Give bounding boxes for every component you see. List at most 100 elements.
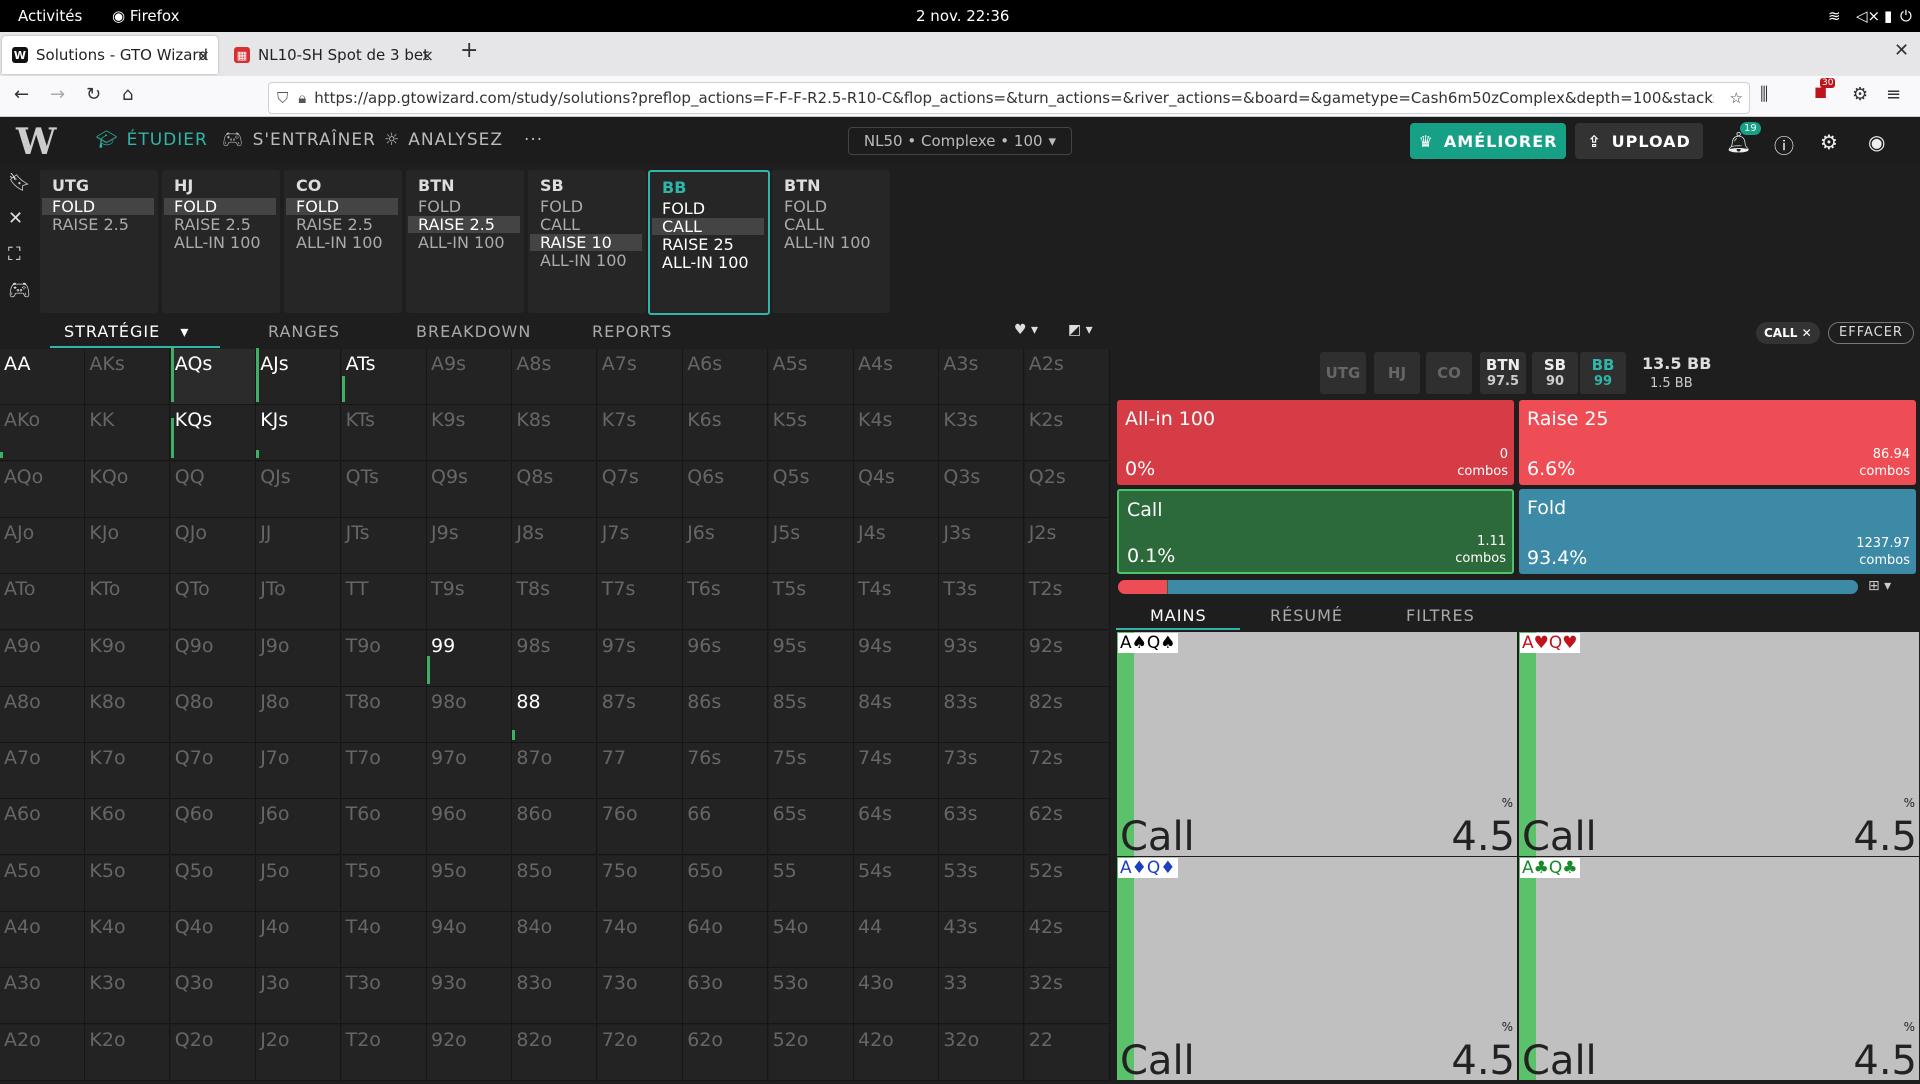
power-icon[interactable]: ⏻ [1900,7,1912,25]
more-menu-icon[interactable]: ··· [524,130,543,150]
strategy-raise-25[interactable]: Raise 25 6.6% 86.94 combos [1519,400,1916,485]
action-fold[interactable]: FOLD [42,198,154,215]
hand-cell-72o[interactable]: 72o [597,1024,683,1081]
hand-cell-73o[interactable]: 73o [597,968,683,1025]
hand-combo-panel[interactable]: A♦Q♦% Call 4.5 [1117,857,1517,1084]
hand-cell-k4o[interactable]: K4o [85,912,171,968]
hand-cell-a2s[interactable]: A2s [1024,349,1110,405]
hand-cell-32o[interactable]: 32o [939,1024,1025,1081]
gto-wizard-logo[interactable]: W [16,121,56,163]
hand-cell-q6s[interactable]: Q6s [683,461,769,518]
hand-cell-j4o[interactable]: J4o [256,912,342,968]
tab-summary[interactable]: RÉSUMÉ [1270,606,1343,625]
hand-cell-q2s[interactable]: Q2s [1024,461,1110,518]
hand-cell-97s[interactable]: 97s [597,630,683,687]
hand-cell-52s[interactable]: 52s [1024,855,1110,912]
hand-cell-t6s[interactable]: T6s [683,574,769,631]
hand-cell-q2o[interactable]: Q2o [170,1024,256,1081]
hand-combo-panel[interactable]: A♣Q♣% Call 4.5 [1519,857,1919,1084]
hand-cell-77[interactable]: 77 [597,743,683,800]
hand-cell-k7s[interactable]: K7s [597,405,683,462]
tab-reports[interactable]: REPORTS [592,322,672,341]
hand-cell-j3o[interactable]: J3o [256,968,342,1025]
strategy-call[interactable]: Call 0.1% 1.11 combos [1117,489,1514,574]
hand-cell-q9s[interactable]: Q9s [427,461,512,518]
hand-cell-83s[interactable]: 83s [939,686,1025,743]
activities-button[interactable]: Activités [18,7,82,25]
hand-cell-aks[interactable]: AKs [85,349,171,405]
hand-cell-t5o[interactable]: T5o [341,855,427,912]
hand-cell-j8o[interactable]: J8o [256,686,342,743]
hand-cell-kk[interactable]: KK [85,405,171,462]
hand-cell-t9o[interactable]: T9o [341,630,427,687]
hand-cell-a9s[interactable]: A9s [427,349,512,405]
hand-cell-86o[interactable]: 86o [512,799,598,856]
hand-cell-44[interactable]: 44 [854,912,939,968]
hand-cell-kqs[interactable]: KQs [170,405,256,462]
hand-cell-ajs[interactable]: AJs [256,348,342,405]
hand-combo-panel[interactable]: A♥Q♥% Call 4.5 [1519,632,1919,860]
hand-cell-kqo[interactable]: KQo [85,461,171,518]
hand-cell-a6s[interactable]: A6s [683,349,769,405]
hand-cell-a9o[interactable]: A9o [0,630,85,687]
hand-cell-a7s[interactable]: A7s [597,349,683,405]
action-raise-2-5[interactable]: RAISE 2.5 [286,216,398,233]
upgrade-button[interactable]: ♛ AMÉLIORER [1410,123,1566,159]
firefox-app-menu[interactable]: ◉ Firefox [112,7,180,25]
player-chip-hj[interactable]: HJ [1374,352,1420,394]
hand-cell-a7o[interactable]: A7o [0,743,85,800]
hand-cell-a3s[interactable]: A3s [939,349,1025,405]
hand-cell-k6o[interactable]: K6o [85,799,171,856]
hand-cell-aqo[interactable]: AQo [0,461,85,518]
tab-hands[interactable]: MAINS [1150,606,1207,625]
hand-cell-j6o[interactable]: J6o [256,799,342,856]
hand-cell-kjo[interactable]: KJo [85,517,171,574]
hand-cell-k9s[interactable]: K9s [427,405,512,462]
screenshot-icon[interactable]: ⛶ [8,244,21,265]
hand-cell-j8s[interactable]: J8s [512,517,598,574]
hand-cell-a5o[interactable]: A5o [0,855,85,912]
hand-cell-a3o[interactable]: A3o [0,968,85,1025]
close-tab-icon[interactable]: × [197,46,210,65]
hand-cell-64o[interactable]: 64o [683,912,769,968]
heart-icon[interactable]: ♥ ▾ [1014,322,1038,338]
hand-cell-j7o[interactable]: J7o [256,743,342,800]
hand-cell-87s[interactable]: 87s [597,686,683,743]
nav-study[interactable]: 🎓︎ ÉTUDIER [96,130,208,150]
hand-cell-t7o[interactable]: T7o [341,743,427,800]
position-card-bb[interactable]: BB FOLD CALL RAISE 25 ALL-IN 100 [648,170,770,315]
hand-cell-q8o[interactable]: Q8o [170,686,256,743]
hand-cell-k4s[interactable]: K4s [854,405,939,462]
hand-cell-t8s[interactable]: T8s [512,574,598,631]
action-all-in-100[interactable]: ALL-IN 100 [774,234,886,251]
action-all-in-100[interactable]: ALL-IN 100 [408,234,520,251]
hand-cell-97o[interactable]: 97o [427,743,512,800]
hand-cell-k8o[interactable]: K8o [85,686,171,743]
hand-cell-a8o[interactable]: A8o [0,686,85,743]
reload-icon[interactable]: ↻ [86,84,101,105]
hand-cell-j4s[interactable]: J4s [854,517,939,574]
hand-cell-q9o[interactable]: Q9o [170,630,256,687]
shield-icon[interactable]: ⛉ [277,89,288,107]
display-mode-icon[interactable]: ◩ ▾ [1068,322,1093,338]
hand-cell-qjs[interactable]: QJs [256,461,342,518]
new-tab-icon[interactable]: + [460,38,478,63]
battery-icon[interactable]: ▮ [1884,7,1892,25]
hand-cell-a2o[interactable]: A2o [0,1024,85,1081]
hand-cell-92o[interactable]: 92o [427,1024,512,1081]
hamburger-menu-icon[interactable]: ≡ [1886,84,1901,105]
volume-icon[interactable]: ◁× [1856,7,1880,25]
hand-cell-qq[interactable]: QQ [170,461,256,518]
tab-filters[interactable]: FILTRES [1406,606,1475,625]
hand-cell-42o[interactable]: 42o [854,1024,939,1081]
hand-cell-t9s[interactable]: T9s [427,574,512,631]
home-icon[interactable]: ⌂ [122,84,133,105]
hand-cell-k3o[interactable]: K3o [85,968,171,1025]
hand-cell-j2o[interactable]: J2o [256,1024,342,1081]
hand-cell-76s[interactable]: 76s [683,743,769,800]
hand-cell-q4s[interactable]: Q4s [854,461,939,518]
hand-cell-64s[interactable]: 64s [854,799,939,856]
wifi-icon[interactable]: ≋ [1828,7,1841,25]
extension-icon[interactable]: ◼ 30 [1814,78,1836,101]
position-card-sb[interactable]: SB FOLD CALL RAISE 10 ALL-IN 100 [528,170,646,313]
